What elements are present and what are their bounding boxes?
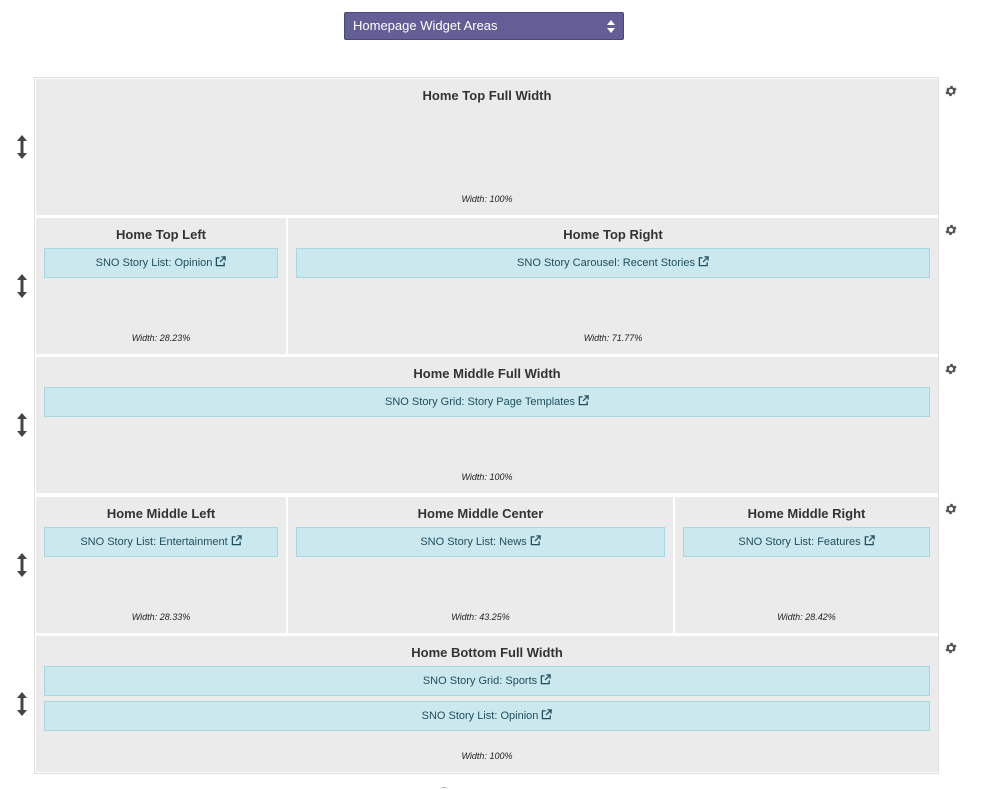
area-home-top-right[interactable]: Home Top Right SNO Story Carousel: Recen… (288, 218, 938, 354)
widget-item[interactable]: SNO Story List: Features (683, 527, 930, 557)
vertical-resize-arrow-icon[interactable] (16, 553, 28, 577)
widget-areas-layout: Home Top Full Width Width: 100% Home Top… (34, 77, 939, 774)
vertical-resize-arrow-icon[interactable] (16, 692, 28, 716)
area-title: Home Middle Center (417, 506, 544, 521)
vertical-resize-arrow-icon[interactable] (16, 135, 28, 159)
external-link-icon[interactable] (864, 535, 875, 546)
area-home-middle-left[interactable]: Home Middle Left SNO Story List: Enterta… (36, 497, 286, 633)
vertical-resize-arrow-icon[interactable] (16, 274, 28, 298)
area-width-label: Width: 100% (461, 472, 513, 482)
area-home-middle-center[interactable]: Home Middle Center SNO Story List: News … (288, 497, 673, 633)
widget-area-select[interactable]: Homepage Widget Areas (344, 12, 624, 40)
area-home-top-left[interactable]: Home Top Left SNO Story List: Opinion Wi… (36, 218, 286, 354)
widget-label: SNO Story List: Entertainment (80, 536, 228, 548)
widget-label: SNO Story List: Opinion (95, 257, 213, 269)
area-home-middle-right[interactable]: Home Middle Right SNO Story List: Featur… (675, 497, 938, 633)
widget-label: SNO Story List: Opinion (421, 710, 539, 722)
area-title: Home Bottom Full Width (411, 645, 563, 660)
area-title: Home Middle Right (747, 506, 866, 521)
widget-item[interactable]: SNO Story List: Entertainment (44, 527, 278, 557)
row-home-middle-full: Home Middle Full Width SNO Story Grid: S… (36, 357, 938, 493)
area-home-bottom-full-width[interactable]: Home Bottom Full Width SNO Story Grid: S… (36, 636, 938, 772)
area-width-label: Width: 28.33% (131, 612, 191, 622)
area-width-label: Width: 28.23% (131, 333, 191, 343)
external-link-icon[interactable] (541, 709, 553, 720)
gear-icon[interactable] (944, 362, 958, 376)
area-width-label: Width: 100% (461, 194, 513, 204)
widget-item[interactable]: SNO Story List: News (296, 527, 665, 557)
widget-label: SNO Story List: Features (738, 536, 861, 548)
widget-label: SNO Story Carousel: Recent Stories (517, 257, 695, 269)
widget-area-select-value: Homepage Widget Areas (353, 18, 498, 33)
external-link-icon[interactable] (530, 535, 541, 546)
external-link-icon[interactable] (540, 674, 551, 685)
vertical-resize-arrow-icon[interactable] (16, 413, 28, 437)
area-width-label: Width: 71.77% (583, 333, 643, 343)
area-title: Home Top Full Width (422, 88, 552, 103)
gear-icon[interactable] (944, 641, 958, 655)
row-home-middle-split: Home Middle Left SNO Story List: Enterta… (36, 497, 938, 633)
area-title: Home Middle Left (106, 506, 216, 521)
area-home-middle-full-width[interactable]: Home Middle Full Width SNO Story Grid: S… (36, 357, 938, 493)
widget-label: SNO Story List: News (420, 536, 527, 548)
widget-item[interactable]: SNO Story Grid: Sports (44, 666, 930, 696)
external-link-icon[interactable] (698, 256, 709, 267)
gear-icon[interactable] (944, 84, 958, 98)
area-width-label: Width: 43.25% (451, 612, 510, 622)
widget-item[interactable]: SNO Story List: Opinion (44, 248, 278, 278)
external-link-icon[interactable] (578, 395, 589, 406)
select-up-down-arrows-icon (607, 20, 615, 33)
area-title: Home Middle Full Width (413, 366, 561, 381)
widget-label: SNO Story Grid: Story Page Templates (385, 396, 575, 408)
row-home-top-full: Home Top Full Width Width: 100% (36, 79, 938, 215)
area-width-label: Width: 28.42% (777, 612, 836, 622)
area-home-top-full-width[interactable]: Home Top Full Width Width: 100% (36, 79, 938, 215)
widget-item[interactable]: SNO Story Carousel: Recent Stories (296, 248, 930, 278)
area-width-label: Width: 100% (461, 751, 513, 761)
area-title: Home Top Left (115, 227, 207, 242)
area-title: Home Top Right (563, 227, 663, 242)
row-home-top-split: Home Top Left SNO Story List: Opinion Wi… (36, 218, 938, 354)
widget-label: SNO Story Grid: Sports (422, 675, 538, 687)
gear-icon[interactable] (944, 223, 958, 237)
gear-icon[interactable] (944, 502, 958, 516)
row-home-bottom-full: Home Bottom Full Width SNO Story Grid: S… (36, 636, 938, 772)
external-link-icon[interactable] (231, 535, 242, 546)
external-link-icon[interactable] (215, 256, 227, 267)
widget-item[interactable]: SNO Story Grid: Story Page Templates (44, 387, 930, 417)
widget-item[interactable]: SNO Story List: Opinion (44, 701, 930, 731)
